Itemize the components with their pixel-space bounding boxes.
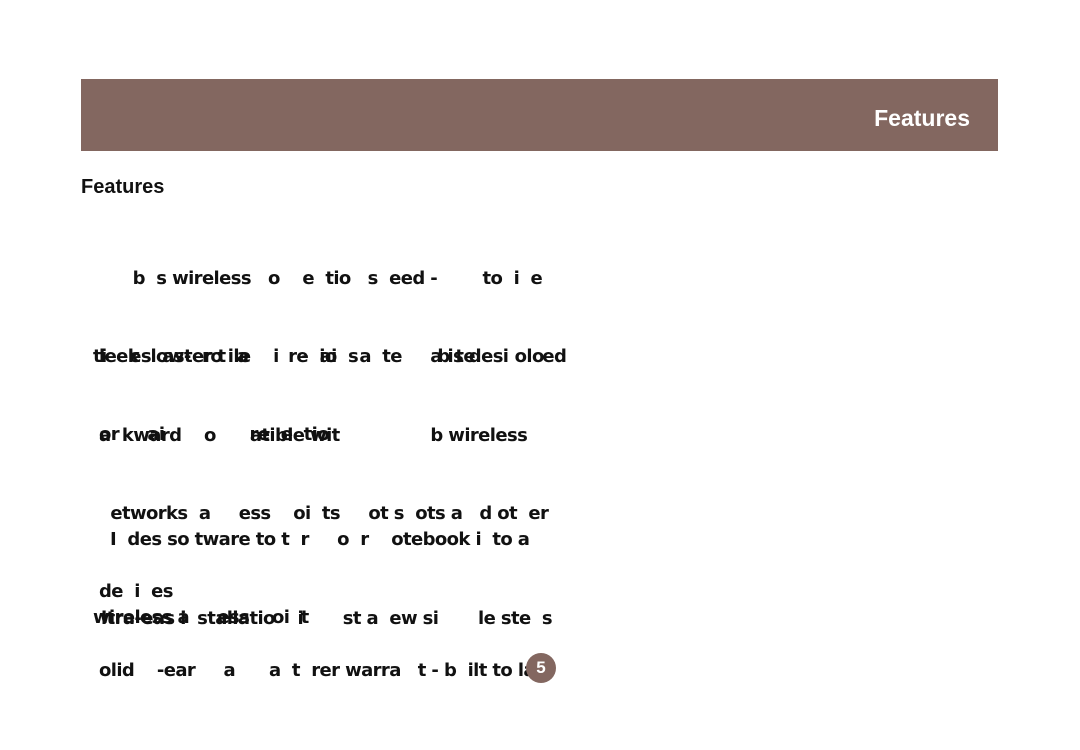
feature-line: olid -ear a a t rer warra t - b ilt to l… <box>99 660 554 681</box>
feature-line: I des so tware to t r o r otebook i to a <box>93 529 530 550</box>
header-title: Features <box>874 105 970 131</box>
feature-line: leek low- ro ile i - ai a te a is desi e… <box>99 346 567 367</box>
feature-line: a kward o atible wit b wireless <box>99 425 528 446</box>
feature-line: b s wireless o e tio s eed - to i e <box>93 268 543 289</box>
section-heading: Features <box>81 176 165 198</box>
header-band: Features <box>81 79 998 151</box>
page-number-badge: 5 <box>526 653 556 683</box>
feature-item: olid -ear a a t rer warra t - b ilt to l… <box>99 606 554 736</box>
